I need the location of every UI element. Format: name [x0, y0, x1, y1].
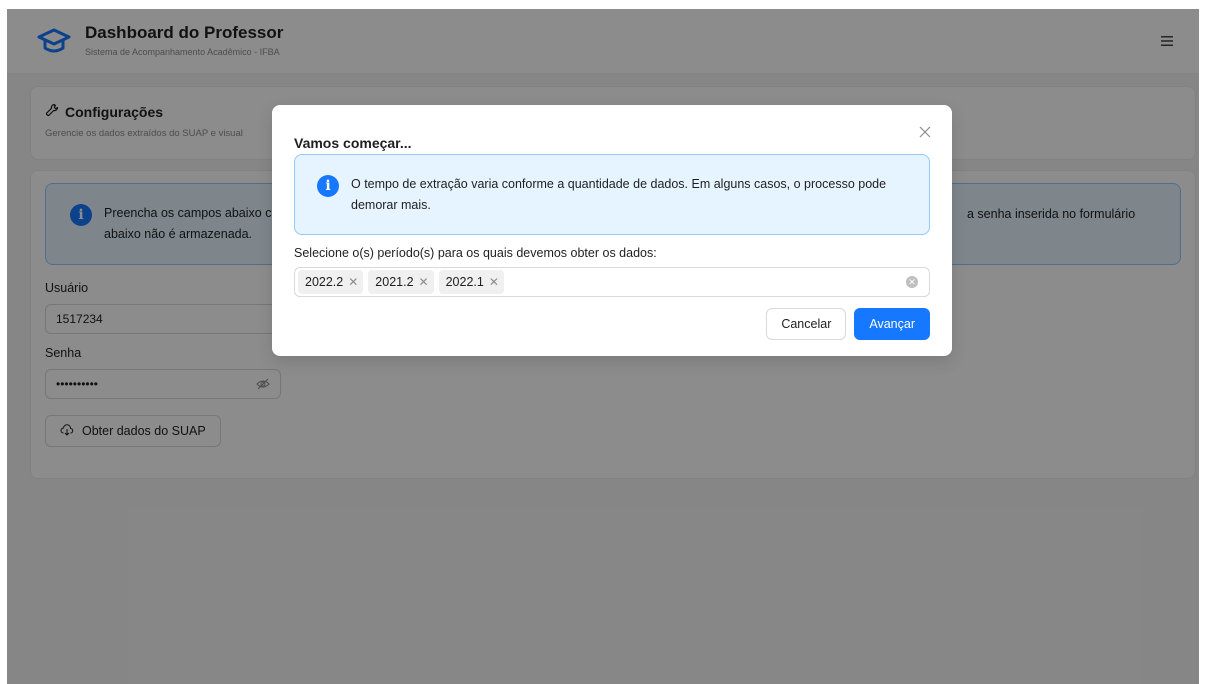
period-tag: 2022.2 ✕: [298, 270, 364, 294]
next-button[interactable]: Avançar: [854, 308, 930, 340]
period-tag: 2022.1 ✕: [438, 270, 504, 294]
remove-tag-icon[interactable]: ✕: [489, 276, 499, 288]
period-multiselect[interactable]: 2022.2 ✕ 2021.2 ✕ 2022.1 ✕ ✕: [294, 267, 930, 297]
cancel-button[interactable]: Cancelar: [766, 308, 847, 340]
period-tag-label: 2022.2: [305, 275, 344, 289]
modal-title: Vamos começar...: [294, 135, 412, 151]
modal-info-alert-text: O tempo de extração varia conforme a qua…: [351, 177, 887, 212]
period-tag-label: 2022.1: [445, 275, 484, 289]
remove-tag-icon[interactable]: ✕: [348, 276, 358, 288]
modal-info-alert: i O tempo de extração varia conforme a q…: [294, 154, 930, 235]
modal-footer: Cancelar Avançar: [766, 308, 930, 340]
start-modal: Vamos começar... i O tempo de extração v…: [272, 105, 952, 356]
app-frame: Dashboard do Professor Sistema de Acompa…: [7, 9, 1199, 684]
period-select-label: Selecione o(s) período(s) para os quais …: [294, 246, 657, 260]
clear-icon[interactable]: ✕: [906, 276, 918, 288]
period-tag-label: 2021.2: [375, 275, 414, 289]
close-icon[interactable]: [916, 123, 934, 141]
period-tag: 2021.2 ✕: [368, 270, 434, 294]
remove-tag-icon[interactable]: ✕: [419, 276, 429, 288]
info-icon: i: [317, 175, 339, 197]
